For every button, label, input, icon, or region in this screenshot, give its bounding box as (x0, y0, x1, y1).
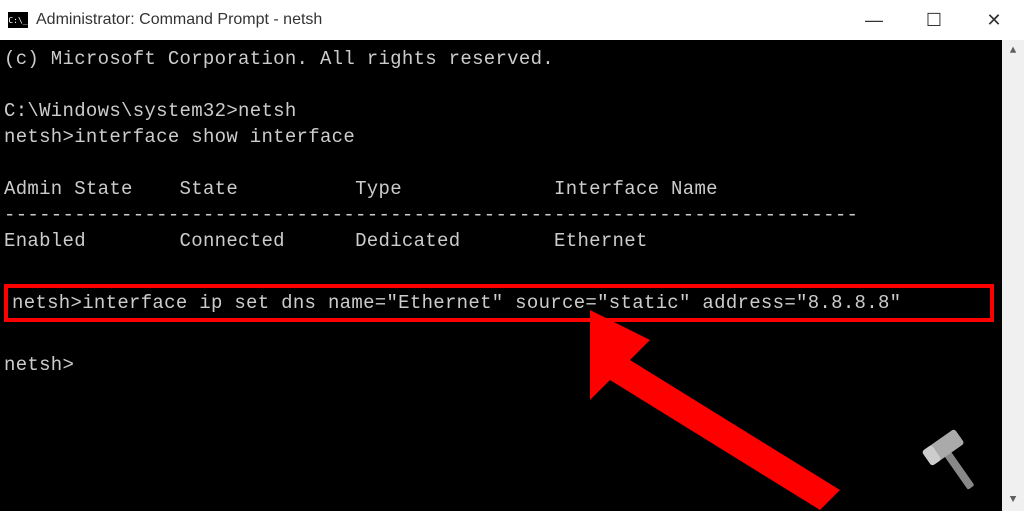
maximize-button[interactable]: ☐ (904, 0, 964, 40)
highlighted-command: netsh>interface ip set dns name="Etherne… (4, 284, 994, 322)
prompt-line-3: netsh>interface ip set dns name="Etherne… (12, 290, 986, 316)
prompt-text: C:\Windows\system32> (4, 100, 238, 122)
close-button[interactable]: ✕ (964, 0, 1024, 40)
col-iface-name: Interface Name (554, 178, 718, 200)
cmd-icon (8, 12, 28, 28)
titlebar[interactable]: Administrator: Command Prompt - netsh — … (0, 0, 1024, 40)
vertical-scrollbar[interactable]: ▲ ▼ (1002, 40, 1024, 511)
scroll-up-button[interactable]: ▲ (1002, 40, 1024, 62)
copyright-line: (c) Microsoft Corporation. All rights re… (4, 46, 1020, 72)
separator-line: ----------------------------------------… (4, 202, 1020, 228)
minimize-button[interactable]: — (844, 0, 904, 40)
blank-line (4, 254, 1020, 280)
table-row: Enabled Connected Dedicated Ethernet (4, 228, 1020, 254)
scroll-down-button[interactable]: ▼ (1002, 489, 1024, 511)
table-header: Admin State State Type Interface Name (4, 176, 1020, 202)
command-prompt-window: Administrator: Command Prompt - netsh — … (0, 0, 1024, 511)
col-admin-state: Admin State (4, 178, 133, 200)
col-state: State (180, 178, 239, 200)
prompt-text: netsh> (4, 354, 74, 376)
blank-line (4, 326, 1020, 352)
prompt-line-1: C:\Windows\system32>netsh (4, 98, 1020, 124)
command-text: netsh (238, 100, 297, 122)
blank-line (4, 72, 1020, 98)
val-iface-name: Ethernet (554, 230, 648, 252)
terminal-area[interactable]: (c) Microsoft Corporation. All rights re… (0, 40, 1024, 511)
val-state: Connected (180, 230, 285, 252)
prompt-text: netsh> (4, 126, 74, 148)
window-controls: — ☐ ✕ (844, 0, 1024, 40)
command-text: interface ip set dns name="Ethernet" sou… (82, 292, 901, 314)
prompt-line-4: netsh> (4, 352, 1020, 378)
blank-line (4, 150, 1020, 176)
col-type: Type (355, 178, 402, 200)
prompt-text: netsh> (12, 292, 82, 314)
val-type: Dedicated (355, 230, 460, 252)
prompt-line-2: netsh>interface show interface (4, 124, 1020, 150)
command-text: interface show interface (74, 126, 355, 148)
val-admin-state: Enabled (4, 230, 86, 252)
